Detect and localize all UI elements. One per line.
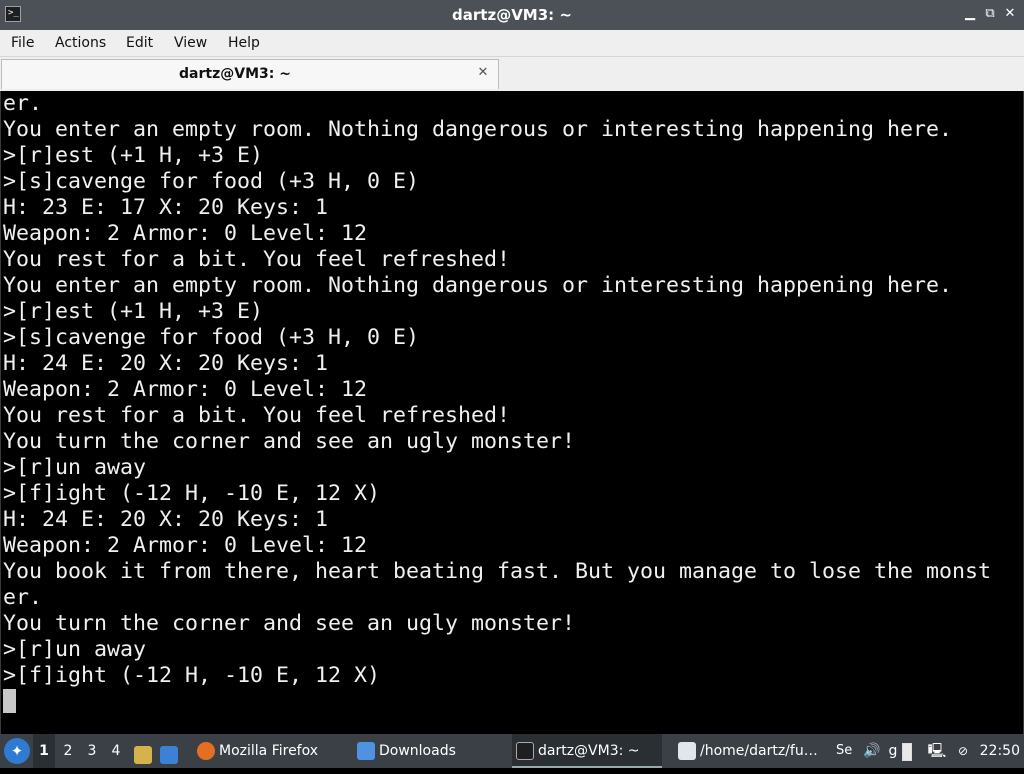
terminal-line: Weapon: 2 Armor: 0 Level: 12 xyxy=(3,221,368,246)
terminal-line: er. xyxy=(3,585,43,610)
workspace-2[interactable]: 2 xyxy=(57,734,79,768)
terminal-line: Weapon: 2 Armor: 0 Level: 12 xyxy=(3,377,368,402)
task-firefox-label: Mozilla Firefox xyxy=(219,743,319,759)
terminal-line: You rest for a bit. You feel refreshed! xyxy=(3,247,511,272)
task-terminal-label: dartz@VM3: ~ xyxy=(538,743,640,759)
terminal-line: >[r]un away xyxy=(3,637,147,662)
terminal-line: er. xyxy=(3,91,43,116)
file-manager-launcher[interactable] xyxy=(134,734,156,768)
task-downloads-label: Downloads xyxy=(379,743,456,759)
terminal-output[interactable]: er. You enter an empty room. Nothing dang… xyxy=(0,91,1024,734)
task-text-editor[interactable]: /home/dartz/fu… xyxy=(674,734,830,768)
notification-icon[interactable]: ⊘ xyxy=(952,734,974,768)
tray-letter[interactable]: g xyxy=(886,734,900,768)
close-button[interactable]: ✕ xyxy=(1002,6,1018,22)
terminal-line: >[s]cavenge for food (+3 H, 0 E) xyxy=(3,325,420,350)
desktop-launcher[interactable] xyxy=(160,734,182,768)
menu-help[interactable]: Help xyxy=(227,30,261,57)
window-title: dartz@VM3: ~ xyxy=(452,6,572,24)
start-menu-button[interactable]: ✦ xyxy=(4,738,30,764)
terminal-line: You rest for a bit. You feel refreshed! xyxy=(3,403,511,428)
terminal-cursor xyxy=(3,689,16,713)
text-editor-icon xyxy=(678,742,696,760)
terminal-line: You turn the corner and see an ugly mons… xyxy=(3,611,576,636)
terminal-scrollbar[interactable] xyxy=(1016,91,1022,734)
menu-bar: File Actions Edit View Help xyxy=(0,30,1024,57)
task-downloads[interactable]: Downloads xyxy=(353,734,507,768)
terminal-line: Weapon: 2 Armor: 0 Level: 12 xyxy=(3,533,368,558)
terminal-line: You enter an empty room. Nothing dangero… xyxy=(3,117,953,142)
terminal-tab[interactable]: dartz@VM3: ~ ✕ xyxy=(1,59,499,89)
terminal-line: You book it from there, heart beating fa… xyxy=(3,559,992,584)
start-menu-icon: ✦ xyxy=(10,742,24,760)
menu-file[interactable]: File xyxy=(10,30,35,57)
volume-icon[interactable]: 🔊 xyxy=(862,734,882,768)
terminal-icon xyxy=(516,742,534,760)
task-terminal[interactable]: dartz@VM3: ~ xyxy=(512,734,662,768)
terminal-lines: er. You enter an empty room. Nothing dang… xyxy=(3,91,991,689)
terminal-line: >[r]un away xyxy=(3,455,147,480)
workspace-4[interactable]: 4 xyxy=(105,734,127,768)
terminal-line: H: 24 E: 20 X: 20 Keys: 1 xyxy=(3,351,329,376)
terminal-line: >[r]est (+1 H, +3 E) xyxy=(3,299,264,324)
tab-label: dartz@VM3: ~ xyxy=(179,66,291,82)
menu-actions[interactable]: Actions xyxy=(54,30,107,57)
folder-icon xyxy=(357,742,375,760)
tray-item[interactable]: Se xyxy=(836,734,860,768)
task-firefox[interactable]: Mozilla Firefox xyxy=(193,734,347,768)
restore-button[interactable]: ⧉ xyxy=(982,6,998,22)
terminal-line: >[f]ight (-12 H, -10 E, 12 X) xyxy=(3,663,381,688)
terminal-line: H: 23 E: 17 X: 20 Keys: 1 xyxy=(3,195,329,220)
terminal-line: You turn the corner and see an ugly mons… xyxy=(3,429,576,454)
terminal-line: You enter an empty room. Nothing dangero… xyxy=(3,273,953,298)
minimize-button[interactable]: ▁ xyxy=(962,6,978,22)
taskbar: ✦ 1 2 3 4 Mozilla Firefox Downloads dart… xyxy=(0,734,1024,768)
workspace-1[interactable]: 1 xyxy=(33,734,55,768)
terminal-line: >[r]est (+1 H, +3 E) xyxy=(3,143,264,168)
terminal-line: >[s]cavenge for food (+3 H, 0 E) xyxy=(3,169,420,194)
window-titlebar[interactable]: >_ dartz@VM3: ~ ▁ ⧉ ✕ xyxy=(0,0,1024,30)
workspace-3[interactable]: 3 xyxy=(81,734,103,768)
menu-edit[interactable]: Edit xyxy=(125,30,154,57)
tab-strip: dartz@VM3: ~ ✕ xyxy=(0,57,1024,91)
terminal-line: H: 24 E: 20 X: 20 Keys: 1 xyxy=(3,507,329,532)
clock[interactable]: 22:50 xyxy=(980,734,1020,768)
show-desktop-icon xyxy=(160,746,178,764)
task-text-editor-label: /home/dartz/fu… xyxy=(700,743,818,759)
battery-icon[interactable] xyxy=(902,734,914,768)
menu-view[interactable]: View xyxy=(173,30,208,57)
tab-close-icon[interactable]: ✕ xyxy=(476,66,490,80)
network-icon[interactable]: 🖳 xyxy=(926,734,948,768)
terminal-line: >[f]ight (-12 H, -10 E, 12 X) xyxy=(3,481,381,506)
firefox-icon xyxy=(197,742,215,760)
folder-launcher-icon xyxy=(134,746,152,764)
